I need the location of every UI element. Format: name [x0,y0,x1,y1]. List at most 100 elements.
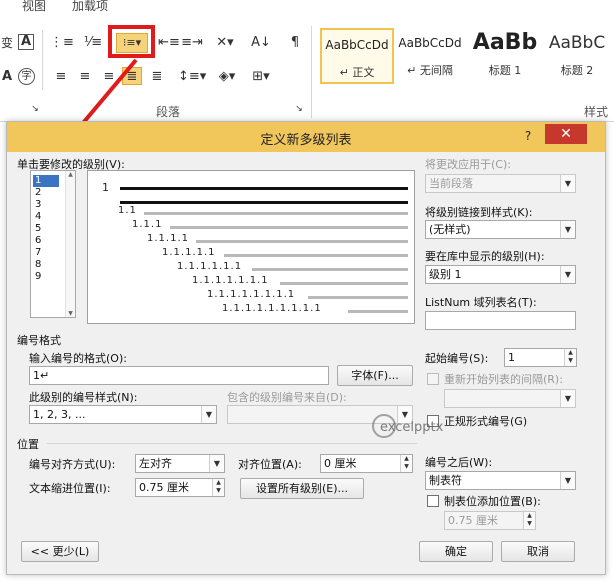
level-item[interactable]: 9 [33,271,59,283]
tab-stop-checkbox[interactable] [427,495,439,507]
asian-layout-icon[interactable]: ✕▾ [214,34,236,52]
decrease-indent-icon[interactable]: ⇤≡ [158,34,180,52]
start-at-value: 1 [508,351,515,364]
tab-stop-spinner[interactable]: 0.75 厘米 ▲ ▼ [444,511,536,530]
show-marks-icon[interactable]: ¶ [284,34,306,52]
preview-line [120,187,408,190]
scroll-down-icon[interactable]: ▼ [66,310,75,317]
watermark: excelpptx [380,420,444,435]
group-label-styles: 样式 [584,105,609,119]
set-all-levels-button[interactable]: 设置所有级别(E)... [240,478,364,499]
preview-line [224,254,408,257]
dropdown-arrow-icon[interactable]: ▼ [201,406,216,423]
ok-button[interactable]: 确定 [419,541,493,562]
level-item[interactable]: 3 [33,199,59,211]
preview-number: 1.1.1.1.1.1.1 [192,275,269,286]
preview-line [252,268,408,271]
cancel-button[interactable]: 取消 [501,541,575,562]
dropdown-arrow-icon[interactable]: ▼ [209,455,224,472]
aligned-at-spinner[interactable]: 0 厘米 ▲ ▼ [320,454,413,473]
separator [311,26,312,118]
dropdown-arrow-icon[interactable]: ▼ [560,390,575,407]
font-button[interactable]: 字体(F)... [337,365,413,386]
paragraph-launcher-icon[interactable]: ↘ [292,100,306,118]
dropdown-arrow-icon[interactable]: ▼ [560,221,575,238]
dropdown-arrow-icon[interactable]: ▼ [560,266,575,283]
tab-view[interactable]: 视图 [22,0,46,14]
tab-stop-value: 0.75 厘米 [448,514,498,527]
level-item[interactable]: 4 [33,211,59,223]
level-list[interactable]: 1 2 3 4 5 6 7 8 9 ▲ ▼ [30,170,76,318]
close-button[interactable]: ✕ [545,124,587,144]
link-style-select[interactable]: (无样式) ▼ [425,220,576,239]
spinner-arrows-icon[interactable]: ▲ ▼ [212,479,224,496]
number-format-section: 编号格式 [17,334,61,347]
style-sample: AaBbCcDd [325,38,389,52]
restart-after-select[interactable]: ▼ [444,389,576,408]
dropdown-arrow-icon[interactable]: ▼ [560,175,575,192]
preview-number: 1.1.1.1.1.1 [177,261,243,272]
line-spacing-icon[interactable]: ↕≡▾ [178,68,206,86]
help-button[interactable]: ? [518,125,538,147]
level-item[interactable]: 6 [33,235,59,247]
group-label-paragraph: 段落 [156,105,181,119]
follow-number-label: 编号之后(W): [425,456,493,469]
start-at-label: 起始编号(S): [425,352,489,365]
number-style-select[interactable]: 1, 2, 3, ... ▼ [29,405,217,424]
level-item[interactable]: 7 [33,247,59,259]
shading-icon[interactable]: ◈▾ [216,68,238,86]
link-style-label: 将级别链接到样式(K): [425,206,533,219]
preview-line [120,201,408,204]
change-case-icon[interactable]: 变 [0,34,18,52]
gallery-level-label: 要在库中显示的级别(H): [425,250,545,263]
aligned-at-value: 0 厘米 [324,457,357,470]
enter-format-label: 输入编号的格式(O): [29,352,127,365]
preview-number: 1.1.1 [132,219,163,230]
text-indent-value: 0.75 厘米 [139,481,189,494]
apply-to-select[interactable]: 当前段落 ▼ [425,174,576,193]
preview-line [144,212,408,215]
define-multilevel-list-dialog: 定义新多级列表 ? ✕ 单击要修改的级别(V): 1 2 3 4 5 6 7 8… [6,121,606,575]
scroll-up-icon[interactable]: ▲ [66,171,75,178]
enter-format-input[interactable]: 1↵ [29,366,329,385]
level-item[interactable]: 5 [33,223,59,235]
start-at-spinner[interactable]: 1 ▲ ▼ [504,348,577,367]
restart-after-label: 重新开始列表的间隔(R): [444,373,563,386]
dropdown-arrow-icon[interactable]: ▼ [560,472,575,489]
enclose-char-icon[interactable]: 字 [18,68,35,85]
preview-line [308,296,408,299]
spinner-arrows-icon[interactable]: ▲ ▼ [400,455,412,472]
tab-stop-label: 制表位添加位置(B): [444,495,541,508]
dialog-title-bar[interactable]: 定义新多级列表 ? ✕ [7,122,605,152]
style-name: ↵ 无间隔 [407,64,453,77]
follow-number-select[interactable]: 制表符 ▼ [425,471,576,490]
spinner-arrows-icon[interactable]: ▲ ▼ [523,512,535,529]
level-item[interactable]: 2 [33,187,59,199]
style-heading-1[interactable]: AaBb 标题 1 [468,28,542,84]
phonetic-guide-icon[interactable]: A [0,68,18,86]
char-border-icon[interactable]: A [18,34,34,50]
list-preview: 1 1.1 1.1.1 1.1.1.1 1.1.1.1.1 1.1.1.1.1.… [87,170,415,324]
listnum-label: ListNum 域列表名(T): [425,296,537,309]
level-item[interactable]: 1 [33,175,59,187]
tab-addins[interactable]: 加载项 [72,0,108,14]
less-button[interactable]: << 更少(L) [21,541,99,562]
increase-indent-icon[interactable]: ≡⇥ [181,34,203,52]
gallery-level-select[interactable]: 级别 1 ▼ [425,265,576,284]
style-no-spacing[interactable]: AaBbCcDd ↵ 无间隔 [393,28,467,84]
gallery-level-value: 级别 1 [429,268,462,281]
preview-number: 1.1 [118,205,137,216]
style-sample: AaBbC [548,33,606,53]
preview-line [170,226,408,229]
style-heading-2[interactable]: AaBbC 标题 2 [540,28,614,84]
borders-icon[interactable]: ⊞▾ [250,68,272,86]
text-indent-spinner[interactable]: 0.75 厘米 ▲ ▼ [135,478,225,497]
level-item[interactable]: 8 [33,259,59,271]
alignment-select[interactable]: 左对齐 ▼ [135,454,225,473]
sort-icon[interactable]: A↓ [250,34,272,52]
restart-after-checkbox[interactable] [427,373,439,385]
spinner-arrows-icon[interactable]: ▲ ▼ [564,349,576,366]
style-normal[interactable]: AaBbCcDd ↵ 正文 [320,28,394,84]
level-list-scrollbar[interactable]: ▲ ▼ [65,171,75,317]
listnum-input[interactable] [425,311,576,330]
